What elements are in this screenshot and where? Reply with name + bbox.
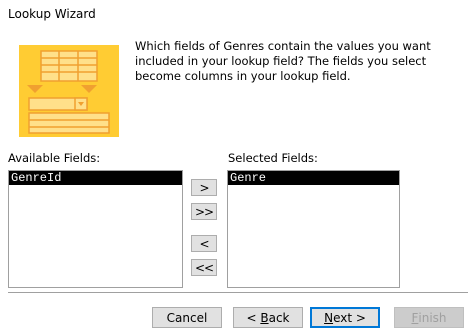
finish-label-rest: inish (418, 310, 447, 325)
next-label-rest: ext > (333, 310, 366, 325)
selected-fields-label: Selected Fields: (228, 151, 318, 165)
back-label-rest: ack (268, 310, 290, 325)
cancel-label: Cancel (166, 310, 208, 325)
footer-separator (8, 292, 468, 294)
next-button[interactable]: Next > (310, 307, 380, 328)
selected-fields-list[interactable]: Genre (227, 170, 400, 288)
wizard-illustration-icon (19, 45, 119, 137)
finish-label-key: F (411, 310, 419, 325)
back-button[interactable]: < Back (233, 307, 303, 328)
available-fields-label: Available Fields: (8, 151, 101, 165)
next-label-key: N (324, 310, 334, 325)
remove-one-button[interactable]: < (191, 235, 217, 252)
back-label-prefix: < (246, 310, 261, 325)
table-lookup-illustration (19, 45, 119, 137)
wizard-description: Which fields of Genres contain the value… (135, 39, 431, 83)
remove-all-button[interactable]: << (191, 259, 217, 276)
add-all-button[interactable]: >> (191, 203, 217, 220)
cancel-button[interactable]: Cancel (152, 307, 222, 328)
add-one-button[interactable]: > (191, 179, 217, 196)
back-label-key: B (260, 310, 269, 325)
list-item[interactable]: Genre (228, 171, 399, 185)
list-item[interactable]: GenreId (9, 171, 182, 185)
available-fields-list[interactable]: GenreId (8, 170, 183, 288)
finish-button[interactable]: Finish (394, 307, 464, 328)
window-title: Lookup Wizard (8, 7, 96, 21)
